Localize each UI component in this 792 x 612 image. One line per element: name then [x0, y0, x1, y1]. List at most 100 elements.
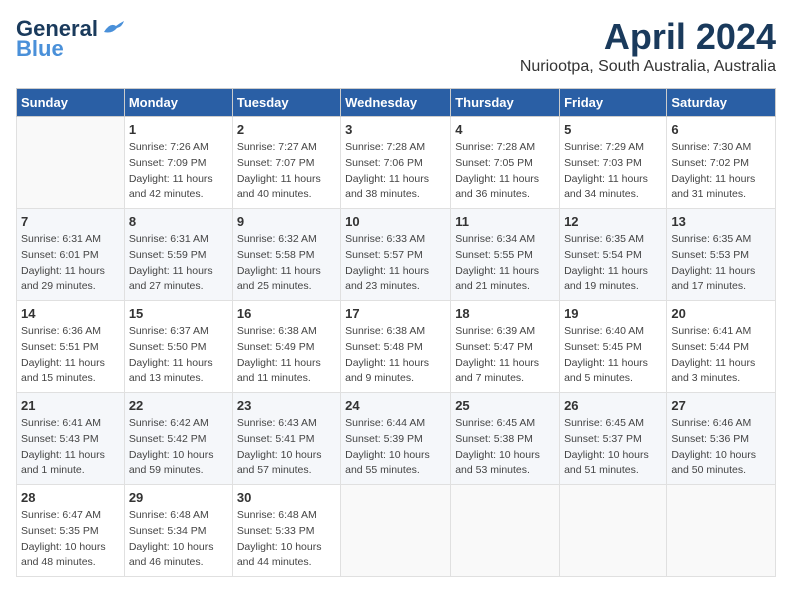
calendar-cell: 8Sunrise: 6:31 AM Sunset: 5:59 PM Daylig…: [124, 209, 232, 301]
day-number: 10: [345, 214, 446, 229]
calendar-cell: 28Sunrise: 6:47 AM Sunset: 5:35 PM Dayli…: [17, 485, 125, 577]
day-number: 6: [671, 122, 771, 137]
calendar-cell: [667, 485, 776, 577]
day-info: Sunrise: 7:29 AM Sunset: 7:03 PM Dayligh…: [564, 140, 662, 203]
calendar-cell: 27Sunrise: 6:46 AM Sunset: 5:36 PM Dayli…: [667, 393, 776, 485]
col-friday: Friday: [560, 89, 667, 117]
day-number: 7: [21, 214, 120, 229]
day-info: Sunrise: 6:44 AM Sunset: 5:39 PM Dayligh…: [345, 416, 446, 479]
day-number: 12: [564, 214, 662, 229]
calendar-cell: 21 Sunrise: 6:41 AM Sunset: 5:43 PM Dayli…: [17, 393, 125, 485]
calendar-cell: 20 Sunrise: 6:41 AM Sunset: 5:44 PM Dayli…: [667, 301, 776, 393]
location-subtitle: Nuriootpa, South Australia, Australia: [520, 58, 776, 76]
calendar-cell: 29Sunrise: 6:48 AM Sunset: 5:34 PM Dayli…: [124, 485, 232, 577]
calendar-cell: 11 Sunrise: 6:34 AM Sunset: 5:55 PM Dayli…: [451, 209, 560, 301]
day-info: Sunrise: 6:41 AM Sunset: 5:43 PM Dayligh…: [21, 416, 120, 479]
month-year-title: April 2024: [520, 16, 776, 58]
calendar-cell: 6 Sunrise: 7:30 AM Sunset: 7:02 PM Daylig…: [667, 117, 776, 209]
calendar-cell: 25 Sunrise: 6:45 AM Sunset: 5:38 PM Dayli…: [451, 393, 560, 485]
day-info: Sunrise: 6:35 AM Sunset: 5:53 PM Dayligh…: [671, 232, 771, 295]
calendar-cell: 2Sunrise: 7:27 AM Sunset: 7:07 PM Daylig…: [232, 117, 340, 209]
day-info: Sunrise: 7:28 AM Sunset: 7:06 PM Dayligh…: [345, 140, 446, 203]
day-info: Sunrise: 6:41 AM Sunset: 5:44 PM Dayligh…: [671, 324, 771, 387]
title-block: April 2024 Nuriootpa, South Australia, A…: [520, 16, 776, 76]
logo-blue: Blue: [16, 36, 64, 62]
day-info: Sunrise: 6:31 AM Sunset: 5:59 PM Dayligh…: [129, 232, 228, 295]
calendar-week-5: 28Sunrise: 6:47 AM Sunset: 5:35 PM Dayli…: [17, 485, 776, 577]
calendar-cell: 10 Sunrise: 6:33 AM Sunset: 5:57 PM Dayli…: [341, 209, 451, 301]
calendar-table: Sunday Monday Tuesday Wednesday Thursday…: [16, 88, 776, 577]
day-info: Sunrise: 6:34 AM Sunset: 5:55 PM Dayligh…: [455, 232, 555, 295]
calendar-cell: 7 Sunrise: 6:31 AM Sunset: 6:01 PM Daylig…: [17, 209, 125, 301]
logo-bird-icon: [102, 20, 124, 38]
day-info: Sunrise: 7:30 AM Sunset: 7:02 PM Dayligh…: [671, 140, 771, 203]
day-number: 13: [671, 214, 771, 229]
day-number: 11: [455, 214, 555, 229]
day-number: 24: [345, 398, 446, 413]
day-info: Sunrise: 7:28 AM Sunset: 7:05 PM Dayligh…: [455, 140, 555, 203]
calendar-cell: 1 Sunrise: 7:26 AM Sunset: 7:09 PM Daylig…: [124, 117, 232, 209]
day-info: Sunrise: 6:45 AM Sunset: 5:37 PM Dayligh…: [564, 416, 662, 479]
day-info: Sunrise: 7:26 AM Sunset: 7:09 PM Dayligh…: [129, 140, 228, 203]
calendar-week-3: 14 Sunrise: 6:36 AM Sunset: 5:51 PM Dayli…: [17, 301, 776, 393]
page-header: General Blue April 2024 Nuriootpa, South…: [16, 16, 776, 76]
day-info: Sunrise: 6:36 AM Sunset: 5:51 PM Dayligh…: [21, 324, 120, 387]
day-info: Sunrise: 6:48 AM Sunset: 5:33 PM Dayligh…: [237, 508, 336, 571]
day-number: 18: [455, 306, 555, 321]
day-info: Sunrise: 6:42 AM Sunset: 5:42 PM Dayligh…: [129, 416, 228, 479]
calendar-cell: 15Sunrise: 6:37 AM Sunset: 5:50 PM Dayli…: [124, 301, 232, 393]
calendar-cell: 17 Sunrise: 6:38 AM Sunset: 5:48 PM Dayli…: [341, 301, 451, 393]
col-saturday: Saturday: [667, 89, 776, 117]
calendar-week-4: 21 Sunrise: 6:41 AM Sunset: 5:43 PM Dayli…: [17, 393, 776, 485]
day-number: 28: [21, 490, 120, 505]
calendar-cell: 18 Sunrise: 6:39 AM Sunset: 5:47 PM Dayli…: [451, 301, 560, 393]
day-number: 4: [455, 122, 555, 137]
day-info: Sunrise: 6:38 AM Sunset: 5:49 PM Dayligh…: [237, 324, 336, 387]
calendar-cell: 14 Sunrise: 6:36 AM Sunset: 5:51 PM Dayli…: [17, 301, 125, 393]
calendar-cell: 5Sunrise: 7:29 AM Sunset: 7:03 PM Daylig…: [560, 117, 667, 209]
calendar-cell: 26Sunrise: 6:45 AM Sunset: 5:37 PM Dayli…: [560, 393, 667, 485]
calendar-cell: [17, 117, 125, 209]
day-info: Sunrise: 6:39 AM Sunset: 5:47 PM Dayligh…: [455, 324, 555, 387]
calendar-cell: 13 Sunrise: 6:35 AM Sunset: 5:53 PM Dayli…: [667, 209, 776, 301]
calendar-cell: 9Sunrise: 6:32 AM Sunset: 5:58 PM Daylig…: [232, 209, 340, 301]
day-number: 27: [671, 398, 771, 413]
calendar-cell: 19Sunrise: 6:40 AM Sunset: 5:45 PM Dayli…: [560, 301, 667, 393]
calendar-cell: [560, 485, 667, 577]
day-info: Sunrise: 6:31 AM Sunset: 6:01 PM Dayligh…: [21, 232, 120, 295]
calendar-cell: [341, 485, 451, 577]
calendar-cell: 24 Sunrise: 6:44 AM Sunset: 5:39 PM Dayli…: [341, 393, 451, 485]
day-info: Sunrise: 7:27 AM Sunset: 7:07 PM Dayligh…: [237, 140, 336, 203]
calendar-cell: 4 Sunrise: 7:28 AM Sunset: 7:05 PM Daylig…: [451, 117, 560, 209]
col-sunday: Sunday: [17, 89, 125, 117]
col-tuesday: Tuesday: [232, 89, 340, 117]
day-number: 21: [21, 398, 120, 413]
day-number: 15: [129, 306, 228, 321]
day-number: 20: [671, 306, 771, 321]
calendar-cell: 12Sunrise: 6:35 AM Sunset: 5:54 PM Dayli…: [560, 209, 667, 301]
col-monday: Monday: [124, 89, 232, 117]
day-info: Sunrise: 6:33 AM Sunset: 5:57 PM Dayligh…: [345, 232, 446, 295]
day-info: Sunrise: 6:45 AM Sunset: 5:38 PM Dayligh…: [455, 416, 555, 479]
day-number: 19: [564, 306, 662, 321]
day-number: 22: [129, 398, 228, 413]
day-number: 23: [237, 398, 336, 413]
col-wednesday: Wednesday: [341, 89, 451, 117]
col-thursday: Thursday: [451, 89, 560, 117]
calendar-cell: [451, 485, 560, 577]
calendar-week-2: 7 Sunrise: 6:31 AM Sunset: 6:01 PM Daylig…: [17, 209, 776, 301]
day-number: 30: [237, 490, 336, 505]
day-number: 25: [455, 398, 555, 413]
day-number: 3: [345, 122, 446, 137]
day-info: Sunrise: 6:38 AM Sunset: 5:48 PM Dayligh…: [345, 324, 446, 387]
day-number: 1: [129, 122, 228, 137]
calendar-cell: 30 Sunrise: 6:48 AM Sunset: 5:33 PM Dayli…: [232, 485, 340, 577]
day-number: 29: [129, 490, 228, 505]
day-number: 16: [237, 306, 336, 321]
calendar-cell: 3 Sunrise: 7:28 AM Sunset: 7:06 PM Daylig…: [341, 117, 451, 209]
day-info: Sunrise: 6:32 AM Sunset: 5:58 PM Dayligh…: [237, 232, 336, 295]
calendar-header-row: Sunday Monday Tuesday Wednesday Thursday…: [17, 89, 776, 117]
day-number: 17: [345, 306, 446, 321]
calendar-cell: 23Sunrise: 6:43 AM Sunset: 5:41 PM Dayli…: [232, 393, 340, 485]
day-number: 14: [21, 306, 120, 321]
